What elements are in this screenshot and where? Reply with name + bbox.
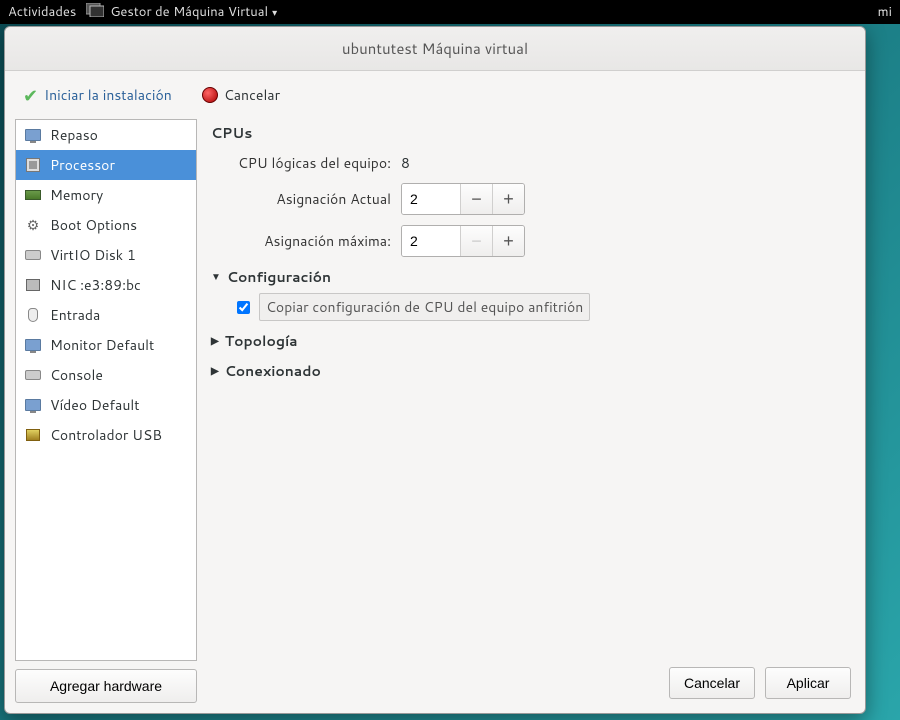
topbar-right: mi	[878, 3, 892, 21]
disk-icon	[24, 247, 42, 263]
current-alloc-spinner[interactable]: − +	[401, 183, 525, 215]
topology-expander[interactable]: ▶ Topología	[211, 331, 855, 351]
monitor-icon	[24, 127, 42, 143]
current-alloc-minus[interactable]: −	[460, 184, 492, 214]
sidebar-item-label: Controlador USB	[50, 425, 162, 445]
sidebar-item-label: Processor	[50, 155, 115, 175]
cancel-install-button[interactable]: Cancelar	[196, 81, 286, 109]
connections-heading: Conexionado	[225, 361, 321, 381]
max-alloc-plus[interactable]: +	[492, 226, 524, 256]
sidebar-item-v-deo-default[interactable]: Vídeo Default	[16, 390, 196, 420]
disk-icon	[24, 367, 42, 383]
cpus-heading: CPUs	[211, 123, 855, 143]
logical-cpus-label: CPU lógicas del equipo:	[211, 153, 391, 173]
activities-button[interactable]: Actividades	[8, 3, 76, 21]
current-alloc-label: Asignación Actual	[211, 189, 391, 209]
check-icon: ✔	[23, 82, 38, 108]
max-alloc-spinner[interactable]: − +	[401, 225, 525, 257]
sidebar-item-label: NIC :e3:89:bc	[50, 275, 141, 295]
gnome-topbar: Actividades Gestor de Máquina Virtual▾ m…	[0, 0, 900, 24]
cpu-panel: CPUs CPU lógicas del equipo: 8 Asignació…	[211, 119, 855, 661]
apply-button[interactable]: Aplicar	[765, 667, 851, 699]
sidebar-item-controlador-usb[interactable]: Controlador USB	[16, 420, 196, 450]
cpu-icon	[24, 157, 42, 173]
current-alloc-plus[interactable]: +	[492, 184, 524, 214]
footer-buttons: Cancelar Aplicar	[211, 661, 855, 703]
sidebar-item-label: VirtIO Disk 1	[50, 245, 136, 265]
add-hardware-button[interactable]: Agregar hardware	[15, 669, 197, 703]
current-alloc-input[interactable]	[402, 184, 460, 214]
usb-icon	[24, 427, 42, 443]
sidebar-item-memory[interactable]: Memory	[16, 180, 196, 210]
nic-icon	[24, 277, 42, 293]
topology-heading: Topología	[225, 331, 298, 351]
cancel-button[interactable]: Cancelar	[669, 667, 755, 699]
configuration-heading: Configuración	[227, 267, 331, 287]
app-menu[interactable]: Gestor de Máquina Virtual▾	[110, 3, 277, 21]
monitor-icon	[24, 337, 42, 353]
sidebar-item-nic-e3-89-bc[interactable]: NIC :e3:89:bc	[16, 270, 196, 300]
max-alloc-label: Asignación máxima:	[211, 231, 391, 251]
sidebar-item-label: Console	[50, 365, 103, 385]
sidebar-item-label: Monitor Default	[50, 335, 154, 355]
begin-installation-button[interactable]: ✔ Iniciar la instalación	[17, 78, 178, 112]
chevron-down-icon: ▾	[272, 6, 277, 20]
stop-icon	[202, 87, 218, 103]
sidebar-item-label: Memory	[50, 185, 103, 205]
copy-host-cpu-label: Copiar configuración de CPU del equipo a…	[259, 293, 590, 321]
connections-expander[interactable]: ▶ Conexionado	[211, 361, 855, 381]
window-title: ubuntutest Máquina virtual	[342, 38, 528, 59]
sidebar-item-entrada[interactable]: Entrada	[16, 300, 196, 330]
sidebar-item-monitor-default[interactable]: Monitor Default	[16, 330, 196, 360]
sidebar-item-label: Boot Options	[50, 215, 137, 235]
max-alloc-input[interactable]	[402, 226, 460, 256]
triangle-down-icon: ▼	[211, 270, 221, 284]
sidebar-item-label: Repaso	[50, 125, 98, 145]
sidebar-item-label: Vídeo Default	[50, 395, 140, 415]
sidebar-item-console[interactable]: Console	[16, 360, 196, 390]
hardware-sidebar: Repaso Processor Memory ⚙ Boot Options VirtIO…	[15, 119, 197, 661]
app-icon	[86, 3, 104, 22]
vm-settings-window: ubuntutest Máquina virtual ✔ Iniciar la …	[4, 26, 866, 714]
begin-installation-label: Iniciar la instalación	[44, 85, 172, 105]
window-titlebar: ubuntutest Máquina virtual	[5, 27, 865, 71]
max-alloc-minus: −	[460, 226, 492, 256]
sidebar-item-processor[interactable]: Processor	[16, 150, 196, 180]
gear-icon: ⚙	[24, 217, 42, 233]
monitor-icon	[24, 397, 42, 413]
toolbar: ✔ Iniciar la instalación Cancelar	[5, 71, 865, 119]
sidebar-item-boot-options[interactable]: ⚙ Boot Options	[16, 210, 196, 240]
mem-icon	[24, 187, 42, 203]
sidebar-item-label: Entrada	[50, 305, 100, 325]
sidebar-item-repaso[interactable]: Repaso	[16, 120, 196, 150]
mouse-icon	[24, 307, 42, 323]
triangle-right-icon: ▶	[211, 334, 219, 348]
sidebar-item-virtio-disk-1[interactable]: VirtIO Disk 1	[16, 240, 196, 270]
copy-host-cpu-checkbox[interactable]	[237, 301, 250, 314]
cancel-install-label: Cancelar	[224, 85, 280, 105]
configuration-expander[interactable]: ▼ Configuración	[211, 267, 855, 287]
triangle-right-icon: ▶	[211, 364, 219, 378]
logical-cpus-value: 8	[401, 153, 410, 173]
